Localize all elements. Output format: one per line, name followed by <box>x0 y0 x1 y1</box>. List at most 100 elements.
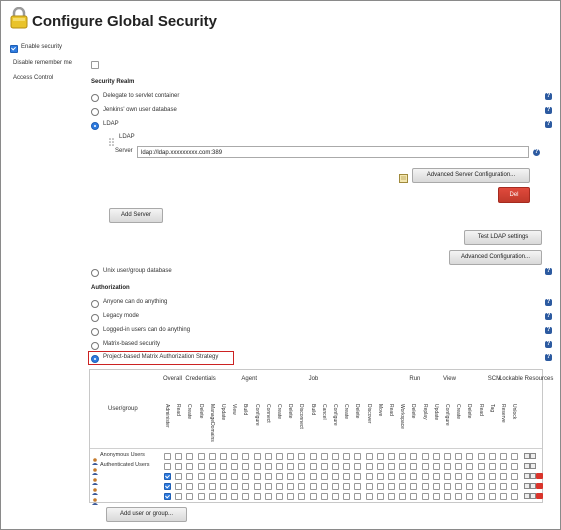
permission-checkbox[interactable] <box>500 483 507 490</box>
permission-checkbox[interactable] <box>399 483 407 490</box>
permission-checkbox[interactable] <box>320 473 328 480</box>
permission-checkbox[interactable] <box>354 493 362 500</box>
permission-checkbox[interactable] <box>365 473 373 480</box>
permission-checkbox[interactable] <box>410 473 418 480</box>
auth-radio-matrix[interactable] <box>91 342 99 350</box>
permission-checkbox[interactable] <box>388 473 395 480</box>
permission-checkbox[interactable] <box>175 493 183 500</box>
delete-row-icon[interactable] <box>536 493 544 499</box>
permission-checkbox[interactable] <box>264 463 272 470</box>
permission-checkbox[interactable] <box>343 453 351 460</box>
permission-checkbox[interactable] <box>388 493 395 500</box>
permission-checkbox[interactable] <box>276 493 283 500</box>
permission-checkbox[interactable] <box>231 453 239 460</box>
permission-checkbox[interactable] <box>410 463 418 470</box>
realm-radio-unix[interactable] <box>91 269 99 277</box>
permission-checkbox[interactable] <box>511 493 519 500</box>
permission-checkbox[interactable] <box>376 493 384 500</box>
permission-checkbox[interactable] <box>276 453 283 460</box>
help-icon[interactable]: ? <box>545 107 552 114</box>
permission-checkbox[interactable] <box>164 493 171 500</box>
permission-checkbox[interactable] <box>388 463 395 470</box>
permission-checkbox[interactable] <box>466 463 474 470</box>
help-icon[interactable]: ? <box>545 354 552 361</box>
permission-checkbox[interactable] <box>231 473 239 480</box>
unselect-all-icon[interactable] <box>530 453 537 459</box>
permission-checkbox[interactable] <box>197 463 205 470</box>
permission-checkbox[interactable] <box>220 463 227 470</box>
permission-checkbox[interactable] <box>175 473 183 480</box>
permission-checkbox[interactable] <box>164 473 171 480</box>
permission-checkbox[interactable] <box>287 463 295 470</box>
help-icon[interactable]: ? <box>545 121 552 128</box>
permission-checkbox[interactable] <box>399 463 407 470</box>
permission-checkbox[interactable] <box>354 483 362 490</box>
permission-checkbox[interactable] <box>186 453 194 460</box>
permission-checkbox[interactable] <box>500 473 507 480</box>
permission-checkbox[interactable] <box>186 473 194 480</box>
permission-checkbox[interactable] <box>287 473 295 480</box>
permission-checkbox[interactable] <box>421 453 429 460</box>
permission-checkbox[interactable] <box>287 493 295 500</box>
permission-checkbox[interactable] <box>511 483 519 490</box>
permission-checkbox[interactable] <box>253 453 261 460</box>
permission-checkbox[interactable] <box>320 483 328 490</box>
help-icon[interactable]: ? <box>545 313 552 320</box>
permission-checkbox[interactable] <box>208 463 216 470</box>
realm-radio-ldap[interactable] <box>91 122 99 130</box>
permission-checkbox[interactable] <box>197 453 205 460</box>
disable-remember-me-checkbox[interactable] <box>91 61 99 69</box>
permission-checkbox[interactable] <box>376 483 384 490</box>
permission-checkbox[interactable] <box>354 463 362 470</box>
permission-checkbox[interactable] <box>208 473 216 480</box>
permission-checkbox[interactable] <box>444 493 451 500</box>
auth-radio-anyone[interactable] <box>91 300 99 308</box>
permission-checkbox[interactable] <box>466 483 474 490</box>
permission-checkbox[interactable] <box>298 473 306 480</box>
permission-checkbox[interactable] <box>421 493 429 500</box>
permission-checkbox[interactable] <box>511 463 519 470</box>
permission-checkbox[interactable] <box>421 463 429 470</box>
permission-checkbox[interactable] <box>455 483 463 490</box>
permission-checkbox[interactable] <box>197 493 205 500</box>
permission-checkbox[interactable] <box>264 453 272 460</box>
permission-checkbox[interactable] <box>309 483 317 490</box>
permission-checkbox[interactable] <box>488 483 496 490</box>
permission-checkbox[interactable] <box>466 493 474 500</box>
permission-checkbox[interactable] <box>500 463 507 470</box>
permission-checkbox[interactable] <box>242 493 250 500</box>
permission-checkbox[interactable] <box>276 473 283 480</box>
permission-checkbox[interactable] <box>309 463 317 470</box>
permission-checkbox[interactable] <box>332 453 339 460</box>
permission-checkbox[interactable] <box>477 453 485 460</box>
permission-checkbox[interactable] <box>376 473 384 480</box>
permission-checkbox[interactable] <box>376 453 384 460</box>
add-user-or-group-button[interactable]: Add user or group... <box>106 507 187 522</box>
help-icon[interactable]: ? <box>545 93 552 100</box>
help-icon[interactable]: ? <box>545 299 552 306</box>
permission-checkbox[interactable] <box>388 483 395 490</box>
test-ldap-button[interactable]: Test LDAP settings <box>464 230 542 245</box>
permission-checkbox[interactable] <box>164 483 171 490</box>
permission-checkbox[interactable] <box>511 453 519 460</box>
auth-radio-project-matrix[interactable] <box>91 355 99 363</box>
permission-checkbox[interactable] <box>410 483 418 490</box>
permission-checkbox[interactable] <box>466 453 474 460</box>
realm-radio-servlet[interactable] <box>91 94 99 102</box>
permission-checkbox[interactable] <box>309 493 317 500</box>
permission-checkbox[interactable] <box>276 483 283 490</box>
permission-checkbox[interactable] <box>231 463 239 470</box>
permission-checkbox[interactable] <box>488 463 496 470</box>
permission-checkbox[interactable] <box>488 493 496 500</box>
permission-checkbox[interactable] <box>376 463 384 470</box>
permission-checkbox[interactable] <box>477 463 485 470</box>
permission-checkbox[interactable] <box>175 463 183 470</box>
delete-row-icon[interactable] <box>536 473 544 479</box>
permission-checkbox[interactable] <box>477 473 485 480</box>
permission-checkbox[interactable] <box>365 463 373 470</box>
permission-checkbox[interactable] <box>432 453 440 460</box>
unselect-all-icon[interactable] <box>530 463 537 469</box>
permission-checkbox[interactable] <box>264 493 272 500</box>
permission-checkbox[interactable] <box>511 473 519 480</box>
permission-checkbox[interactable] <box>455 493 463 500</box>
